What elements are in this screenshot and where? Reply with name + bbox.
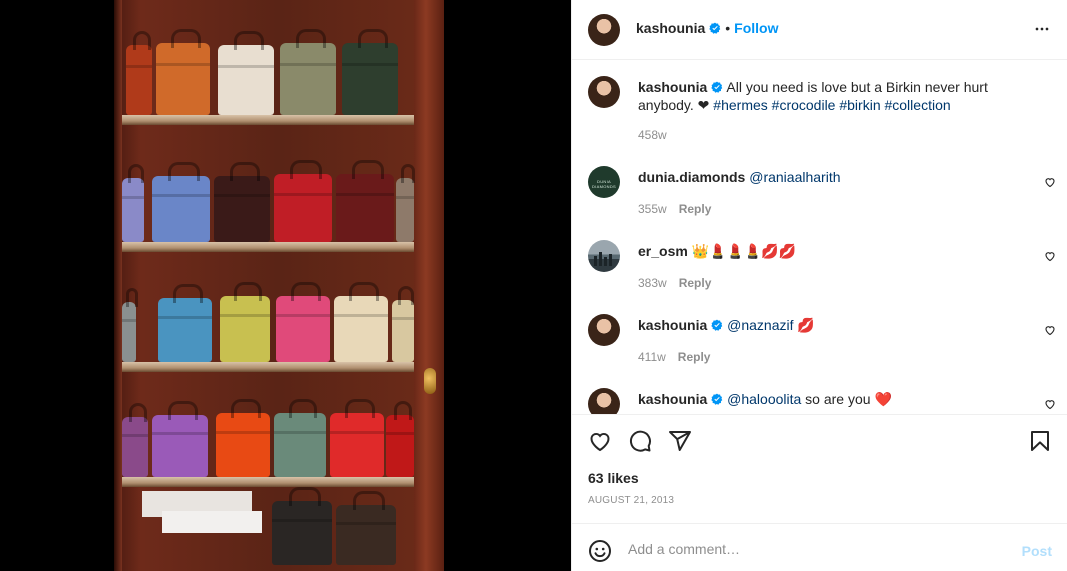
- comment-like-icon[interactable]: [1044, 324, 1056, 336]
- comment-item: DUNIA DIAMONDS dunia.diamonds @raniaalha…: [588, 166, 1058, 226]
- avatar-logo-text: DUNIA DIAMONDS: [592, 179, 616, 189]
- verified-badge-icon: [711, 393, 723, 405]
- comment-mention[interactable]: @raniaalharith: [749, 169, 840, 185]
- comment-text: 👑💄💄💄💋💋: [691, 243, 797, 259]
- author-avatar[interactable]: [588, 14, 620, 46]
- avatar[interactable]: [588, 314, 620, 346]
- more-options-icon[interactable]: [1032, 19, 1052, 39]
- cabinet-door: [414, 0, 444, 571]
- comment-time[interactable]: 411w: [638, 350, 666, 364]
- reply-button[interactable]: Reply: [678, 350, 711, 364]
- avatar[interactable]: DUNIA DIAMONDS: [588, 166, 620, 198]
- shelf-row-1: [122, 0, 414, 115]
- comment-username[interactable]: dunia.diamonds: [638, 169, 745, 185]
- cabinet-frame-left: [114, 0, 122, 571]
- caption-username[interactable]: kashounia: [638, 79, 707, 95]
- comment-mention[interactable]: @naznazif: [727, 317, 797, 333]
- post-caption: kashounia All you need is love but a Bir…: [588, 76, 1058, 146]
- verified-badge-icon: [711, 81, 723, 93]
- emoji-icon[interactable]: [588, 539, 612, 563]
- post-date[interactable]: AUGUST 21, 2013: [588, 495, 674, 506]
- reply-button[interactable]: Reply: [679, 202, 712, 216]
- shelf-row-3: [122, 252, 414, 362]
- share-icon[interactable]: [668, 429, 692, 453]
- author-username[interactable]: kashounia: [636, 20, 705, 36]
- shelf-row-5: [122, 487, 414, 571]
- header-separator: •: [725, 20, 731, 36]
- heart-icon[interactable]: [588, 429, 612, 453]
- post-comment-button[interactable]: Post: [1022, 543, 1052, 559]
- cabinet-knob: [424, 368, 436, 394]
- post-header: kashounia • Follow: [572, 0, 1067, 60]
- comment-text: 💋: [797, 317, 815, 333]
- comment-item: kashounia @halooolita so are you ❤️: [588, 388, 1058, 414]
- comment-time[interactable]: 383w: [638, 276, 667, 290]
- shelf-board: [122, 115, 414, 125]
- shelf-board: [122, 477, 414, 487]
- comment-like-icon[interactable]: [1044, 398, 1056, 410]
- post-media[interactable]: [0, 0, 571, 571]
- comment-mention[interactable]: @halooolita: [727, 391, 801, 407]
- shelf-board: [122, 242, 414, 252]
- avatar[interactable]: [588, 76, 620, 108]
- comment-input[interactable]: [628, 538, 1008, 560]
- comment-item: er_osm 👑💄💄💄💋💋 383w Reply: [588, 240, 1058, 300]
- comment-username[interactable]: kashounia: [638, 317, 707, 333]
- post-detail-panel: kashounia • Follow kashounia All you need …: [571, 0, 1067, 571]
- comment-username[interactable]: kashounia: [638, 391, 707, 407]
- like-count[interactable]: 63 likes: [588, 470, 639, 486]
- comment-item: kashounia @naznazif 💋 411w Reply: [588, 314, 1058, 374]
- comments-list[interactable]: kashounia All you need is love but a Bir…: [572, 60, 1067, 415]
- comment-like-icon[interactable]: [1044, 250, 1056, 262]
- verified-badge-icon: [709, 22, 721, 34]
- verified-badge-icon: [711, 319, 723, 331]
- avatar[interactable]: [588, 240, 620, 272]
- comment-icon[interactable]: [628, 429, 652, 453]
- comment-like-icon[interactable]: [1044, 176, 1056, 188]
- post-photo: [114, 0, 444, 571]
- shelf-row-2: [122, 125, 415, 242]
- caption-hashtags[interactable]: #hermes #crocodile #birkin #collection: [713, 97, 950, 113]
- comment-text: so are you ❤️: [801, 391, 892, 407]
- comment-time[interactable]: 355w: [638, 202, 667, 216]
- reply-button[interactable]: Reply: [679, 276, 712, 290]
- comment-composer: Post: [572, 523, 1067, 571]
- post-actions: [572, 425, 1067, 457]
- follow-button[interactable]: Follow: [734, 20, 778, 36]
- shelf-row-4: [122, 372, 414, 477]
- comment-username[interactable]: er_osm: [638, 243, 688, 259]
- caption-time[interactable]: 458w: [638, 128, 667, 142]
- shelf-board: [122, 362, 414, 372]
- avatar[interactable]: [588, 388, 620, 414]
- bookmark-icon[interactable]: [1028, 429, 1052, 453]
